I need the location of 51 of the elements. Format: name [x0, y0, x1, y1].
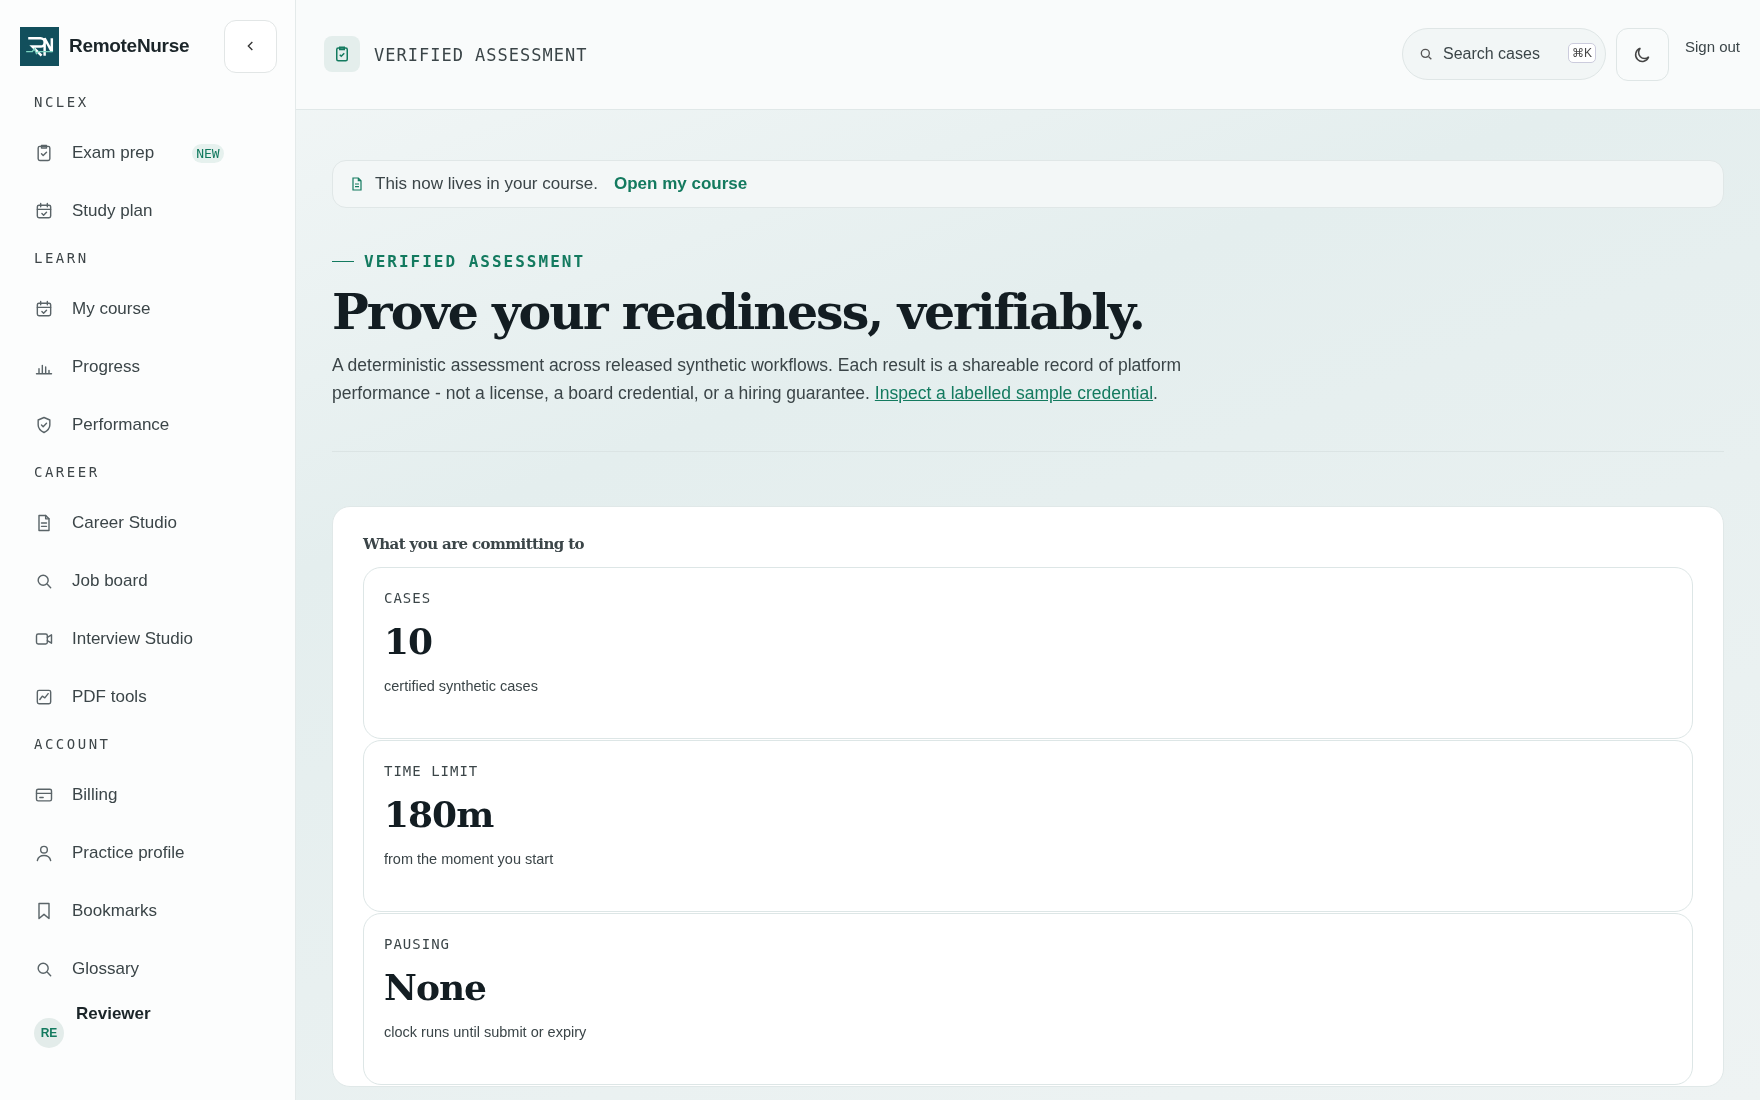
theme-toggle-button[interactable] — [1615, 28, 1669, 81]
stat-note: certified synthetic cases — [384, 678, 539, 694]
calendar-icon — [34, 299, 54, 319]
notice-text: This now lives in your course. — [375, 174, 598, 194]
line-chart-icon — [34, 687, 54, 707]
intro-paragraph: A deterministic assessment across released synthetic workflows. Each result is a shareable record of platform performance - not a license, a board credential, or a hiring guarantee. Inspect a labelled sample credential. — [332, 354, 1183, 405]
page-title: VERIFIED ASSESSMENT — [374, 45, 588, 65]
sidebar-item[interactable]: Bookmarks — [20, 892, 277, 930]
stat-value: 180m — [384, 793, 495, 835]
sidebar-item[interactable]: Exam prep NEW — [20, 134, 277, 172]
page-heading: Prove your readiness, verifiably. — [332, 283, 1145, 341]
stat-value: None — [384, 966, 487, 1008]
stat-label: CASES — [384, 590, 433, 606]
sidebar-item[interactable]: Billing — [20, 776, 277, 814]
section-heading: NCLEX — [34, 94, 90, 110]
credit-card-icon — [34, 785, 54, 805]
sidebar-item[interactable]: Glossary — [20, 950, 277, 988]
sidebar-item[interactable]: Performance — [20, 406, 277, 444]
section-heading: LEARN — [34, 250, 90, 266]
stat-note: from the moment you start — [384, 851, 555, 867]
sidebar-item[interactable]: Progress — [20, 348, 277, 386]
sidebar-item[interactable]: PDF tools — [20, 678, 277, 716]
new-badge: NEW — [192, 143, 224, 163]
sidebar-item[interactable]: My course — [20, 290, 277, 328]
sample-credential-link[interactable]: Inspect a labelled sample credential — [874, 383, 1154, 403]
section-heading: ACCOUNT — [34, 736, 112, 752]
stat-label: TIME LIMIT — [384, 763, 480, 779]
keyboard-shortcut: ⌘K — [1567, 43, 1596, 63]
sidebar-item[interactable]: Study plan — [20, 192, 277, 230]
calendar-icon — [34, 201, 54, 221]
shield-icon — [34, 415, 54, 435]
clipboard-icon — [34, 143, 54, 163]
clipboard-check-icon — [324, 36, 360, 72]
stat-value: 10 — [384, 620, 434, 662]
user-icon — [34, 843, 54, 863]
card-title: What you are committing to — [363, 535, 585, 553]
sidebar-item[interactable]: Practice profile — [20, 834, 277, 872]
section-heading: CAREER — [34, 464, 101, 480]
user-avatar: RE — [34, 1018, 64, 1048]
document-icon — [349, 176, 365, 192]
brand-name: RemoteNurse — [69, 35, 190, 57]
open-course-link[interactable]: Open my course — [614, 174, 748, 194]
eyebrow-label: VERIFIED ASSESSMENT — [364, 252, 586, 271]
sidebar-item[interactable]: Career Studio — [20, 504, 277, 542]
stat-label: PAUSING — [384, 936, 451, 952]
sidebar-item[interactable]: Interview Studio — [20, 620, 277, 658]
logo-icon — [20, 26, 59, 66]
sign-out-link[interactable]: Sign out — [1684, 38, 1740, 55]
sidebar-item[interactable]: Job board — [20, 562, 277, 600]
user-name: Reviewer — [76, 1004, 151, 1024]
stat-note: clock runs until submit or expiry — [384, 1024, 588, 1040]
